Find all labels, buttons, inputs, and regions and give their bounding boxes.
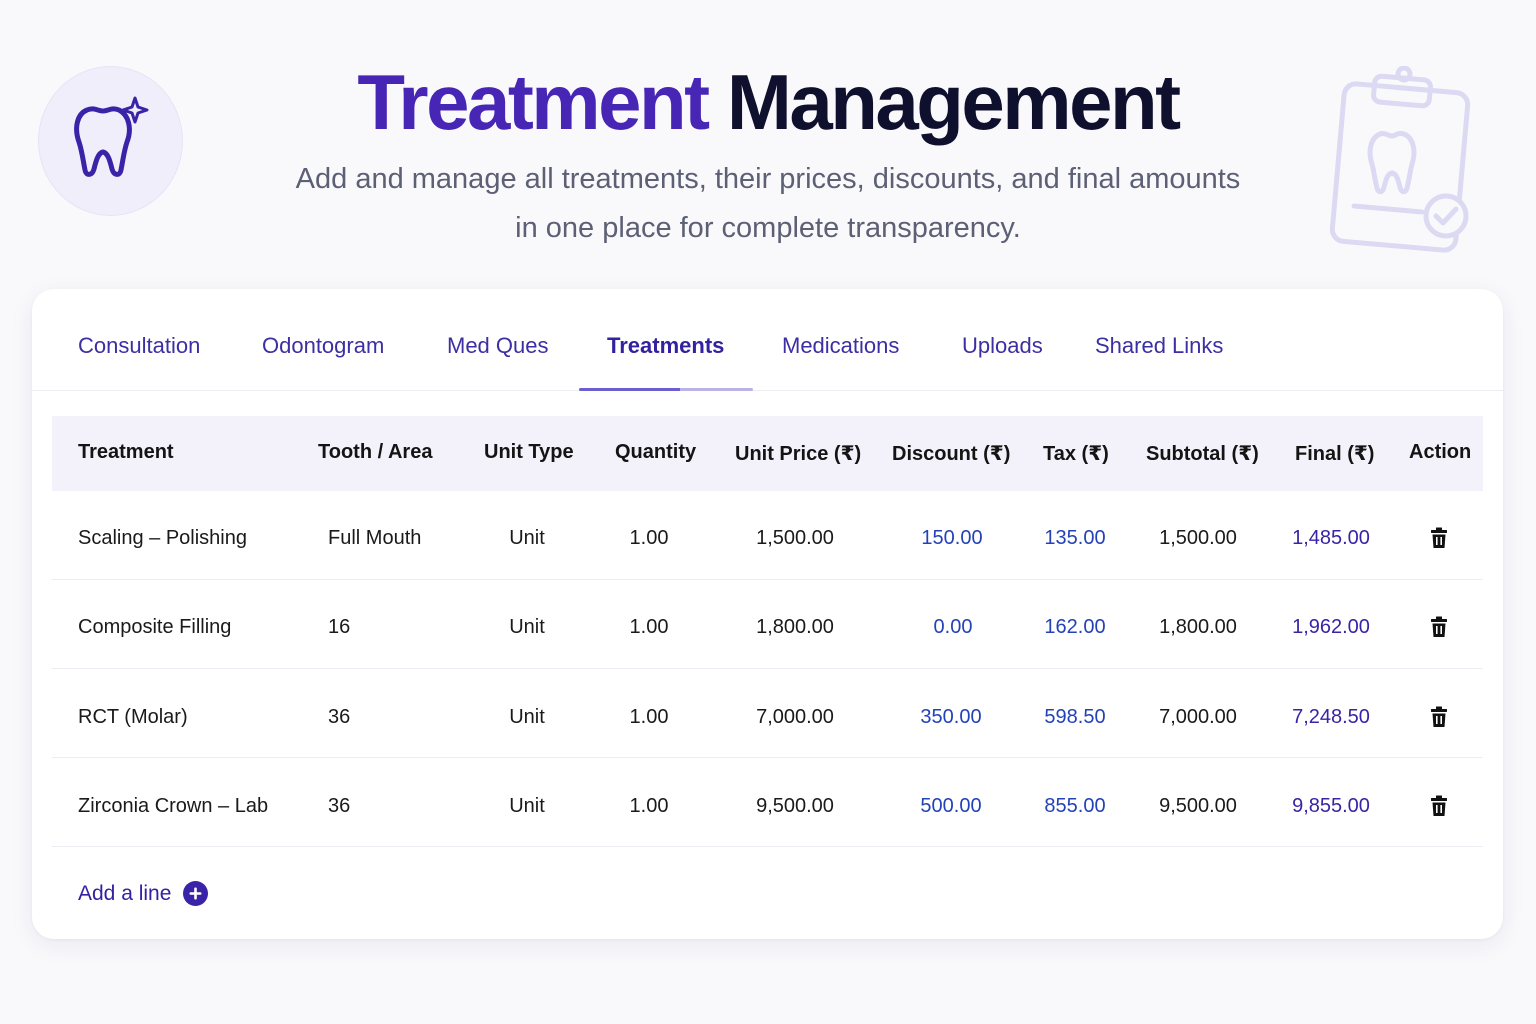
cell-tax: 162.00	[1044, 616, 1106, 638]
tab-med-ques[interactable]: Med Ques	[447, 333, 549, 359]
table-row: RCT (Molar) 36 Unit 1.00 7,000.00 350.00…	[52, 669, 1483, 758]
cell-subtotal: 7,000.00	[1159, 706, 1237, 728]
column-header-unit-type: Unit Type	[484, 441, 574, 463]
add-line-label: Add a line	[78, 881, 172, 905]
tab-consultation[interactable]: Consultation	[78, 333, 200, 359]
trash-icon[interactable]	[1429, 795, 1449, 817]
cell-unit-type: Unit	[509, 795, 545, 817]
column-header-final: Final (₹)	[1295, 443, 1375, 465]
cell-tooth: 16	[328, 616, 351, 638]
add-line-button[interactable]: Add a line	[78, 881, 209, 906]
cell-unit-price: 7,000.00	[756, 706, 834, 728]
cell-subtotal: 9,500.00	[1159, 795, 1237, 817]
cell-treatment: Zirconia Crown – Lab	[78, 795, 269, 817]
subtitle-line-1: Add and manage all treatments, their pri…	[295, 163, 1241, 195]
cell-unit-type: Unit	[509, 527, 545, 549]
table-header: Treatment Tooth / Area Unit Type Quantit…	[52, 416, 1483, 491]
cell-unit-price: 9,500.00	[756, 795, 834, 817]
cell-quantity: 1.00	[629, 616, 669, 638]
table-row: Composite Filling 16 Unit 1.00 1,800.00 …	[52, 580, 1483, 669]
cell-unit-type: Unit	[509, 616, 545, 638]
cell-tooth: 36	[328, 706, 351, 728]
column-header-tax: Tax (₹)	[1043, 443, 1109, 465]
treatments-card: Consultation Odontogram Med Ques Treatme…	[32, 289, 1503, 939]
cell-final: 1,962.00	[1292, 616, 1370, 638]
trash-icon[interactable]	[1429, 527, 1449, 549]
cell-tooth: 36	[328, 795, 351, 817]
column-header-quantity: Quantity	[615, 441, 697, 463]
cell-tax: 598.50	[1044, 706, 1106, 728]
cell-discount: 350.00	[920, 706, 982, 728]
column-header-action: Action	[1409, 441, 1472, 463]
column-header-discount: Discount (₹)	[892, 443, 1011, 465]
cell-quantity: 1.00	[629, 795, 669, 817]
title-part-2: Management	[726, 58, 1181, 146]
tab-bar: Consultation Odontogram Med Ques Treatme…	[32, 289, 1503, 391]
cell-treatment: Scaling – Polishing	[78, 527, 247, 549]
cell-treatment: Composite Filling	[78, 616, 232, 638]
page-title: Treatment Management	[0, 56, 1536, 148]
tab-treatments[interactable]: Treatments	[607, 333, 724, 359]
cell-unit-price: 1,800.00	[756, 616, 834, 638]
tab-shared-links[interactable]: Shared Links	[1095, 333, 1223, 359]
cell-tax: 855.00	[1044, 795, 1106, 817]
cell-subtotal: 1,500.00	[1159, 527, 1237, 549]
cell-discount: 0.00	[933, 616, 973, 638]
cell-unit-price: 1,500.00	[756, 527, 834, 549]
cell-quantity: 1.00	[629, 527, 669, 549]
column-header-treatment: Treatment	[78, 441, 174, 463]
column-header-unit-price: Unit Price (₹)	[735, 443, 862, 465]
cell-discount: 150.00	[921, 527, 983, 549]
cell-unit-type: Unit	[509, 706, 545, 728]
tab-medications[interactable]: Medications	[782, 333, 899, 359]
tab-odontogram[interactable]: Odontogram	[262, 333, 384, 359]
tab-uploads[interactable]: Uploads	[962, 333, 1043, 359]
subtitle-line-2: in one place for complete transparency.	[515, 212, 1021, 244]
table-row: Zirconia Crown – Lab 36 Unit 1.00 9,500.…	[52, 758, 1483, 847]
column-header-tooth-area: Tooth / Area	[318, 441, 433, 463]
cell-final: 1,485.00	[1292, 527, 1370, 549]
cell-tax: 135.00	[1044, 527, 1106, 549]
cell-discount: 500.00	[920, 795, 982, 817]
plus-circle-icon	[183, 881, 209, 906]
cell-final: 9,855.00	[1292, 795, 1370, 817]
column-header-subtotal: Subtotal (₹)	[1146, 443, 1259, 465]
trash-icon[interactable]	[1429, 706, 1449, 728]
page-subtitle: Add and manage all treatments, their pri…	[0, 155, 1536, 253]
cell-final: 7,248.50	[1292, 706, 1370, 728]
trash-icon[interactable]	[1429, 616, 1449, 638]
cell-treatment: RCT (Molar)	[78, 706, 188, 728]
title-part-1: Treatment	[357, 58, 710, 146]
cell-tooth: Full Mouth	[328, 527, 422, 549]
table-row: Scaling – Polishing Full Mouth Unit 1.00…	[52, 491, 1483, 580]
cell-quantity: 1.00	[629, 706, 669, 728]
cell-subtotal: 1,800.00	[1159, 616, 1237, 638]
active-tab-indicator	[579, 388, 753, 391]
